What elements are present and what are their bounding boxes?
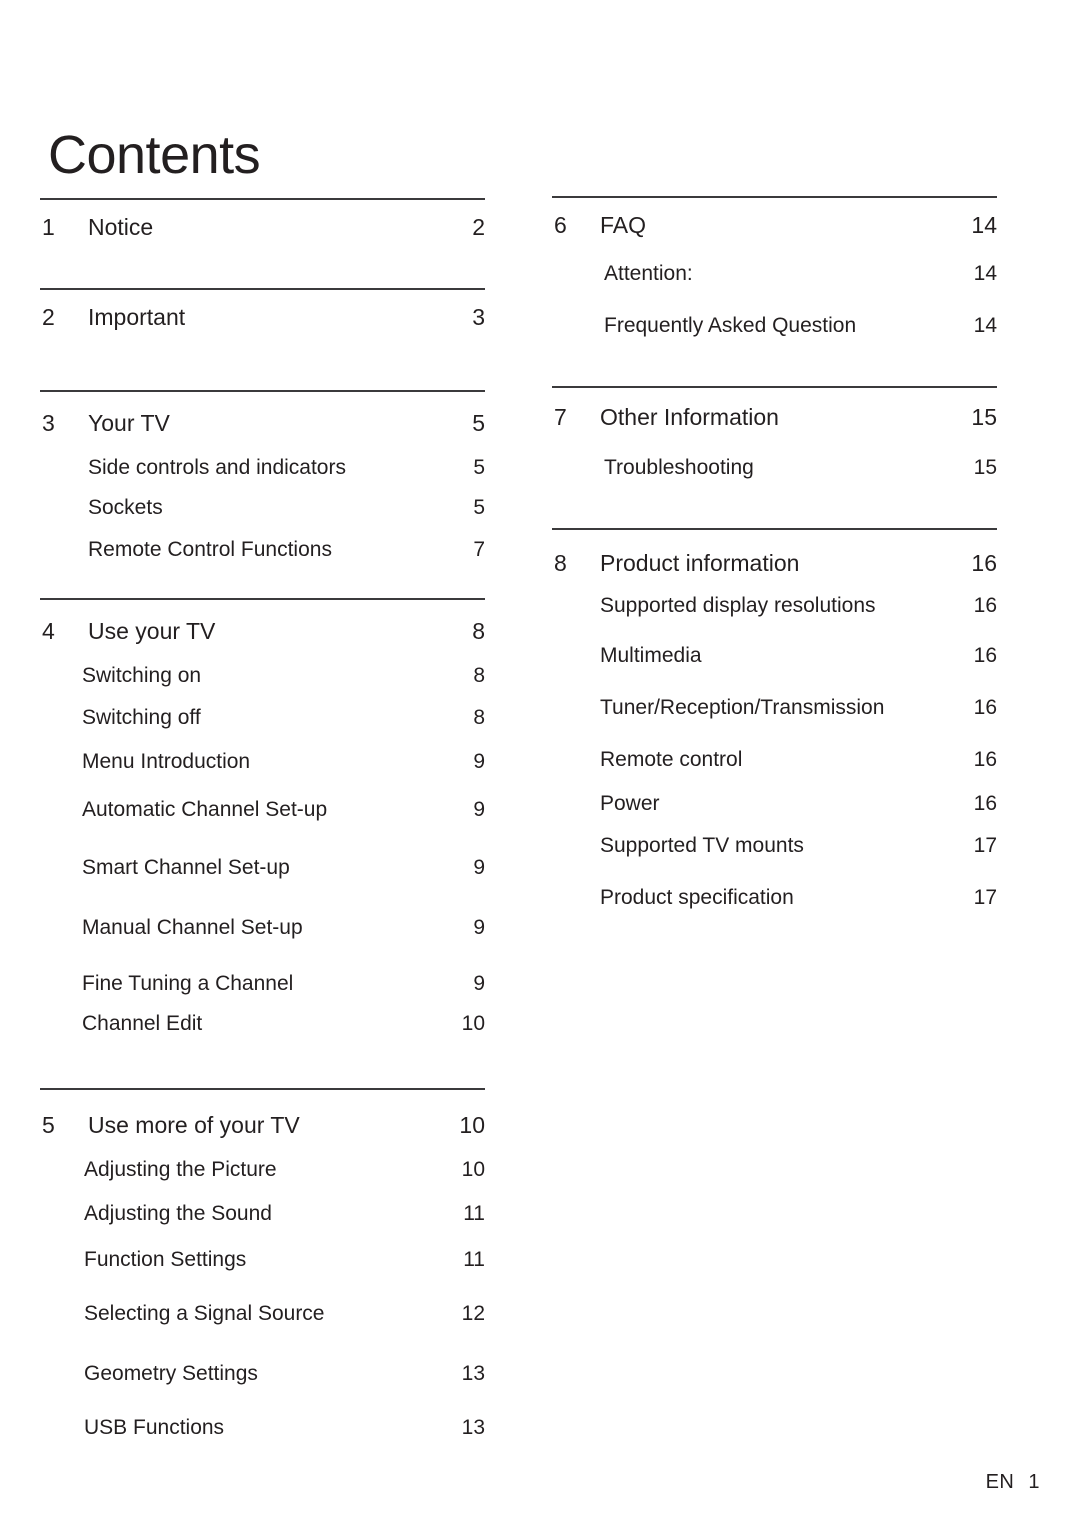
- section-divider: [40, 288, 485, 290]
- contents-page: Contents 1 Notice 2 2 Important 3 3 Your TV 5 Sid…: [0, 0, 1080, 1532]
- section-divider: [552, 196, 997, 198]
- toc-section-page-number: 10: [459, 1112, 485, 1138]
- toc-section-number: 8: [554, 550, 567, 576]
- toc-section-label: Your TV: [88, 410, 170, 436]
- toc-subsection-label: Manual Channel Set-up: [82, 916, 303, 939]
- toc-subsection-label: Frequently Asked Question: [604, 314, 857, 337]
- toc-subsection-label: Remote Control Functions: [88, 538, 332, 561]
- toc-subsection-page-number: 9: [473, 750, 485, 773]
- toc-subsection-label: Switching on: [82, 664, 202, 687]
- toc-subsection-label: Attention:: [604, 262, 693, 285]
- toc-section-number: 1: [42, 214, 55, 240]
- footer-page-number: 1: [1028, 1471, 1040, 1493]
- toc-subsection-label: Side controls and indicators: [88, 456, 346, 479]
- toc-subsection-label: Selecting a Signal Source: [84, 1302, 325, 1325]
- toc-section-page-number: 5: [472, 410, 485, 436]
- toc-subsection-page-number: 16: [973, 748, 997, 771]
- section-divider: [40, 390, 485, 392]
- toc-subsection-page-number: 11: [463, 1248, 485, 1271]
- page-title: Contents: [48, 125, 261, 186]
- toc-subsection-label: Automatic Channel Set-up: [82, 798, 328, 821]
- toc-subsection-page-number: 13: [461, 1362, 485, 1385]
- section-divider: [552, 386, 997, 388]
- toc-section-page-number: 2: [472, 214, 485, 240]
- toc-subsection-page-number: 5: [473, 496, 485, 519]
- toc-subsection-label: USB Functions: [84, 1416, 225, 1439]
- toc-subsection-page-number: 15: [973, 456, 997, 479]
- toc-section-label: Use your TV: [88, 618, 216, 644]
- toc-subsection-label: Adjusting the Sound: [84, 1202, 272, 1225]
- section-divider: [40, 1088, 485, 1090]
- toc-section-label: Notice: [88, 214, 154, 240]
- toc-section-number: 3: [42, 410, 55, 436]
- toc-subsection-label: Tuner/Reception/Transmission: [600, 696, 885, 719]
- toc-subsection-label: Power: [600, 792, 660, 815]
- toc-subsection-page-number: 9: [473, 856, 485, 879]
- toc-subsection-label: Switching off: [82, 706, 201, 729]
- toc-subsection-page-number: 16: [973, 644, 997, 667]
- toc-subsection-label: Channel Edit: [82, 1012, 203, 1035]
- toc-subsection-page-number: 9: [473, 916, 485, 939]
- toc-subsection-page-number: 14: [973, 314, 997, 337]
- toc-subsection-label: Menu Introduction: [82, 750, 251, 773]
- section-divider: [40, 198, 485, 200]
- toc-subsection-label: Multimedia: [600, 644, 702, 667]
- toc-subsection-page-number: 17: [973, 834, 997, 857]
- toc-subsection-page-number: 8: [473, 706, 485, 729]
- section-divider: [40, 598, 485, 600]
- toc-section-label: Other Information: [600, 404, 779, 430]
- toc-subsection-label: Smart Channel Set-up: [82, 856, 290, 879]
- toc-subsection-page-number: 10: [461, 1012, 485, 1035]
- toc-subsection-label: Function Settings: [84, 1248, 247, 1271]
- toc-section-number: 5: [42, 1112, 55, 1138]
- section-divider: [552, 528, 997, 530]
- toc-subsection-page-number: 13: [461, 1416, 485, 1439]
- toc-subsection-label: Fine Tuning a Channel: [82, 972, 294, 995]
- toc-subsection-page-number: 11: [463, 1202, 485, 1225]
- toc-section-label: Important: [88, 304, 186, 330]
- page-footer: EN 1: [986, 1471, 1040, 1494]
- toc-subsection-page-number: 9: [473, 972, 485, 995]
- toc-subsection-page-number: 7: [473, 538, 485, 561]
- toc-section-number: 6: [554, 212, 567, 238]
- toc-subsection-page-number: 17: [973, 886, 997, 909]
- toc-subsection-label: Remote control: [600, 748, 743, 771]
- toc-section-page-number: 8: [472, 618, 485, 644]
- toc-subsection-page-number: 12: [461, 1302, 485, 1325]
- toc-section-page-number: 16: [971, 550, 997, 576]
- toc-subsection-label: Troubleshooting: [604, 456, 754, 479]
- toc-section-label: Use more of your TV: [88, 1112, 300, 1138]
- toc-subsection-page-number: 14: [973, 262, 997, 285]
- toc-subsection-label: Supported TV mounts: [600, 834, 804, 857]
- toc-subsection-page-number: 5: [473, 456, 485, 479]
- footer-language-code: EN: [985, 1471, 1015, 1493]
- toc-subsection-label: Product specification: [600, 886, 794, 909]
- toc-subsection-label: Adjusting the Picture: [84, 1158, 277, 1181]
- toc-section-page-number: 3: [472, 304, 485, 330]
- toc-subsection-page-number: 9: [473, 798, 485, 821]
- toc-subsection-page-number: 8: [473, 664, 485, 687]
- toc-section-label: FAQ: [600, 212, 647, 238]
- toc-subsection-page-number: 16: [973, 594, 997, 617]
- toc-subsection-label: Geometry Settings: [84, 1362, 258, 1385]
- toc-section-page-number: 15: [971, 404, 997, 430]
- toc-section-label: Product information: [600, 550, 800, 576]
- toc-section-number: 4: [42, 618, 55, 644]
- toc-subsection-page-number: 16: [973, 696, 997, 719]
- toc-section-number: 2: [42, 304, 55, 330]
- toc-subsection-label: Sockets: [88, 496, 163, 519]
- toc-subsection-page-number: 10: [461, 1158, 485, 1181]
- toc-section-page-number: 14: [971, 212, 997, 238]
- toc-subsection-page-number: 16: [973, 792, 997, 815]
- toc-section-number: 7: [554, 404, 567, 430]
- toc-subsection-label: Supported display resolutions: [600, 594, 876, 617]
